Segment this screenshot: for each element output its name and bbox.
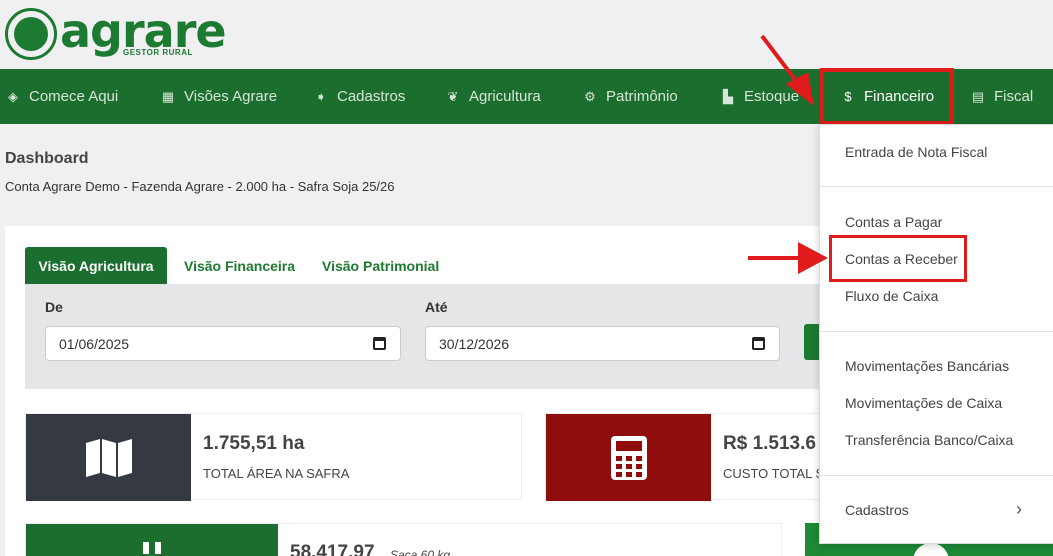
de-label: De [45,299,63,315]
menu-fluxo-caixa[interactable]: Fluxo de Caixa [845,288,938,304]
area-value: 1.755,51 ha [203,433,305,454]
leaf-icon [14,17,48,51]
header: agrare GESTOR RURAL [0,0,1053,69]
silo-icon [26,524,278,556]
tab-visao-agricultura[interactable]: Visão Agricultura [25,247,167,284]
menu-contas-pagar[interactable]: Contas a Pagar [845,214,942,230]
ate-label: Até [425,299,448,315]
tag-icon: ➧ [315,88,327,104]
nav-label: Fiscal [994,88,1034,105]
sacas-unit: Saca 60 kg [390,548,451,556]
nav-label: Comece Aqui [29,88,119,105]
nav-label: Visões Agrare [184,88,278,105]
tab-visao-financeira[interactable]: Visão Financeira [184,247,295,284]
highlight-box-financeiro [820,68,954,125]
red-arrow-icon [760,34,814,106]
menu-divider [820,186,1053,187]
nav-label: Agricultura [469,88,541,105]
custo-label: CUSTO TOTAL S [723,466,825,481]
area-label: TOTAL ÁREA NA SAFRA [203,466,350,481]
custo-card: R$ 1.513.6 CUSTO TOTAL S [545,413,835,501]
nav-comece-aqui[interactable]: ◈ Comece Aqui [5,69,118,124]
boxes-icon: ▙ [723,88,733,104]
area-card: 1.755,51 ha TOTAL ÁREA NA SAFRA [25,413,522,501]
menu-movimentacoes-bancarias[interactable]: Movimentações Bancárias [845,358,1009,374]
ate-date-input[interactable]: 30/12/2026 [425,326,780,361]
sacas-value: 58.417,97 [290,542,375,556]
handshake-icon: ◈ [8,88,18,104]
de-date-input[interactable]: 01/06/2025 [45,326,401,361]
nav-agricultura[interactable]: ❦ Agricultura [445,69,541,124]
menu-divider [820,331,1053,332]
menu-transferencia-banco-caixa[interactable]: Transferência Banco/Caixa [845,432,1013,448]
menu-movimentacoes-caixa[interactable]: Movimentações de Caixa [845,395,1002,411]
highlight-box-contas-receber [829,235,967,282]
pie-chart-icon [913,543,949,556]
calendar-icon[interactable] [373,337,386,350]
custo-value: R$ 1.513.6 [723,433,816,454]
map-icon [26,414,191,501]
sacas-card: 58.417,97 Saca 60 kg [25,523,782,556]
tab-visao-patrimonial[interactable]: Visão Patrimonial [322,247,439,284]
grid-icon: ▦ [161,88,175,104]
calendar-icon[interactable] [752,337,765,350]
nav-cadastros[interactable]: ➧ Cadastros [313,69,406,124]
menu-cadastros[interactable]: Cadastros [845,502,909,518]
nav-label: Patrimônio [606,88,678,105]
nav-fiscal[interactable]: ▤ Fiscal [970,69,1033,124]
nav-label: Cadastros [337,88,406,105]
ate-date-value: 30/12/2026 [439,335,510,352]
financeiro-dropdown: Entrada de Nota Fiscal Contas a Pagar Co… [819,124,1053,544]
nav-patrimonio[interactable]: ⚙ Patrimônio [582,69,678,124]
file-invoice-icon: ▤ [971,88,985,104]
menu-divider [820,475,1053,476]
chevron-right-icon: › [1016,499,1022,519]
leaf-icon: ❦ [447,88,459,104]
logo-tagline: GESTOR RURAL [123,48,193,57]
page-title: Dashboard [5,150,89,167]
menu-entrada-nota-fiscal[interactable]: Entrada de Nota Fiscal [845,144,987,160]
red-arrow-icon [748,242,828,274]
nav-visoes-agrare[interactable]: ▦ Visões Agrare [160,69,277,124]
agrare-logo[interactable]: agrare GESTOR RURAL [5,4,227,62]
calculator-icon [546,414,711,501]
de-date-value: 01/06/2025 [59,335,130,352]
page-subtitle: Conta Agrare Demo - Fazenda Agrare - 2.0… [5,179,395,194]
tractor-icon: ⚙ [584,88,596,104]
